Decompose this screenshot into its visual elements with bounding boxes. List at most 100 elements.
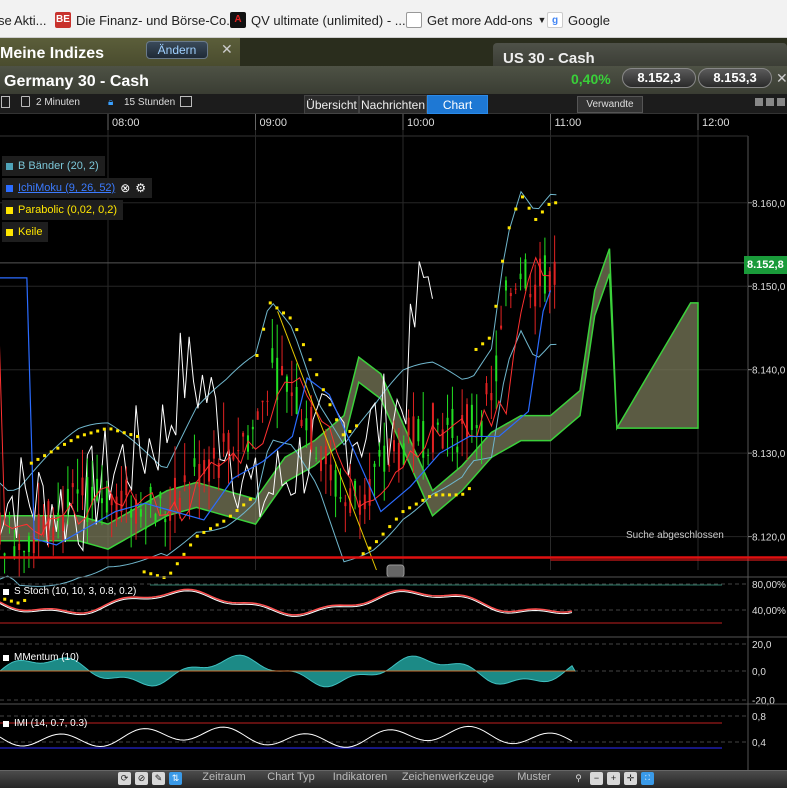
price-tick-label: 8.130,0 xyxy=(752,449,786,460)
candle-body xyxy=(553,261,556,285)
edit-button[interactable]: Ändern xyxy=(146,41,208,59)
indicator-label-momentum[interactable]: MMentum (10) xyxy=(3,652,79,663)
candle-body xyxy=(139,509,142,517)
candle-body xyxy=(62,515,65,532)
candle-body xyxy=(66,488,69,510)
calendar-icon[interactable] xyxy=(180,96,192,107)
search-icon[interactable]: ⚲ xyxy=(572,772,585,785)
candle-body xyxy=(451,408,454,438)
remove-icon[interactable]: ⊗ xyxy=(120,178,130,198)
sar-dot xyxy=(96,429,100,433)
legend-label: B Bänder (20, 2) xyxy=(18,160,99,172)
time-tick-label: 11:00 xyxy=(555,117,582,129)
legend-item[interactable]: Keile xyxy=(2,222,49,242)
ban-icon[interactable]: ⊘ xyxy=(135,772,148,785)
interval-select[interactable]: 2 Minuten xyxy=(36,97,80,108)
maximize-icon[interactable] xyxy=(777,98,785,106)
clock-icon xyxy=(21,96,30,107)
sar-dot xyxy=(248,497,252,501)
related-button[interactable]: Verwandte xyxy=(577,96,643,113)
legend-item[interactable]: Parabolic (0,02, 0,2) xyxy=(2,200,124,220)
menu-patterns[interactable]: Muster xyxy=(506,771,562,783)
panel-tick-label: 0,0 xyxy=(752,667,766,678)
menu-timespan[interactable]: Zeitraum xyxy=(195,771,253,783)
bookmark-item[interactable]: A QV ultimate (unlimited) - ... xyxy=(230,11,406,29)
bookmark-label: se xyxy=(0,12,12,28)
candle-body xyxy=(232,454,235,460)
panel-tick-label: -20,0 xyxy=(752,696,775,707)
candle-body xyxy=(539,258,542,287)
crosshair-icon[interactable]: ✛ xyxy=(624,772,637,785)
candle-body xyxy=(422,421,425,458)
indicator-swatch xyxy=(3,720,9,727)
sar-dot xyxy=(447,493,451,497)
instrument-title: Germany 30 - Cash xyxy=(4,73,149,90)
refresh-icon[interactable]: ⟳ xyxy=(118,772,131,785)
panel-tick-label: 40,00% xyxy=(752,606,786,617)
candle-body xyxy=(188,487,191,489)
legend-item[interactable]: IchiMoku (9, 26, 52) ⊗ ⚙ xyxy=(2,178,153,198)
legend-label: Parabolic (0,02, 0,2) xyxy=(18,204,118,216)
bookmark-item[interactable]: se xyxy=(0,11,12,29)
indicator-label-imi[interactable]: IMI (14, 0.7, 0.3) xyxy=(3,718,87,729)
close-icon[interactable]: ✕ xyxy=(221,41,233,58)
candle-body xyxy=(256,411,259,420)
sar-dot xyxy=(102,427,106,431)
candle-body xyxy=(339,497,342,499)
sar-dot xyxy=(228,514,232,518)
tab-chart[interactable]: Chart xyxy=(427,95,488,114)
sell-price-button[interactable]: 8.152,3 xyxy=(622,68,696,88)
table-icon[interactable] xyxy=(1,96,10,108)
bookmark-item[interactable]: Get more Add-ons ▼ xyxy=(406,11,546,29)
minimize-icon[interactable] xyxy=(755,98,763,106)
collapse-handle xyxy=(386,564,405,578)
sar-dot xyxy=(441,493,445,497)
legend-item[interactable]: B Bänder (20, 2) xyxy=(2,156,105,176)
zoom-in-icon[interactable]: + xyxy=(607,772,620,785)
candle-body xyxy=(115,496,118,521)
sar-dot xyxy=(534,217,538,221)
bookmark-item[interactable]: g Google xyxy=(547,11,610,29)
sar-dot xyxy=(481,342,485,346)
range-select[interactable]: 15 Stunden xyxy=(124,97,175,108)
tab-overview[interactable]: Übersicht xyxy=(304,95,359,114)
candle-body xyxy=(524,259,527,289)
bookmark-item[interactable]: Akti... xyxy=(14,11,47,29)
menu-chart-type[interactable]: Chart Typ xyxy=(262,771,320,783)
menu-indicators[interactable]: Indikatoren xyxy=(328,771,392,783)
candle-body xyxy=(18,543,21,551)
sar-dot xyxy=(335,418,339,422)
menu-drawing-tools[interactable]: Zeichenwerkzeuge xyxy=(400,771,496,783)
candle-body xyxy=(100,498,103,504)
candle-body xyxy=(402,443,405,465)
candle-body xyxy=(130,509,133,518)
close-icon[interactable]: ✕ xyxy=(776,70,787,87)
candle-body xyxy=(237,450,240,452)
indicator-label-stoch[interactable]: S Stoch (10, 10, 3, 0.8, 0.2) xyxy=(3,586,136,597)
sar-dot xyxy=(122,431,126,435)
be-icon: BE xyxy=(55,12,71,28)
candle-body xyxy=(23,550,26,553)
candle-body xyxy=(76,489,79,494)
tab-news[interactable]: Nachrichten xyxy=(359,95,427,114)
sar-dot xyxy=(428,495,432,499)
page-icon xyxy=(406,12,422,28)
candle-body xyxy=(208,459,211,482)
candle-body xyxy=(543,255,546,294)
restore-icon[interactable] xyxy=(766,98,774,106)
sar-dot xyxy=(23,598,27,602)
candle-body xyxy=(305,418,308,431)
bookmark-item[interactable]: BE Die Finanz- und Börse-Co... xyxy=(55,11,237,29)
candle-body xyxy=(105,486,108,513)
status-text: Suche abgeschlossen xyxy=(626,530,724,541)
sar-dot xyxy=(275,306,279,310)
buy-price-button[interactable]: 8.153,3 xyxy=(698,68,772,88)
fullscreen-icon[interactable]: ⛶ xyxy=(641,772,654,785)
gear-icon[interactable]: ⚙ xyxy=(135,178,146,198)
pen-icon[interactable]: ✎ xyxy=(152,772,165,785)
candle-body xyxy=(534,284,537,307)
sort-icon[interactable]: ⇅ xyxy=(169,772,182,785)
candle-body xyxy=(441,429,444,449)
sar-dot xyxy=(421,498,425,502)
zoom-out-icon[interactable]: − xyxy=(590,772,603,785)
